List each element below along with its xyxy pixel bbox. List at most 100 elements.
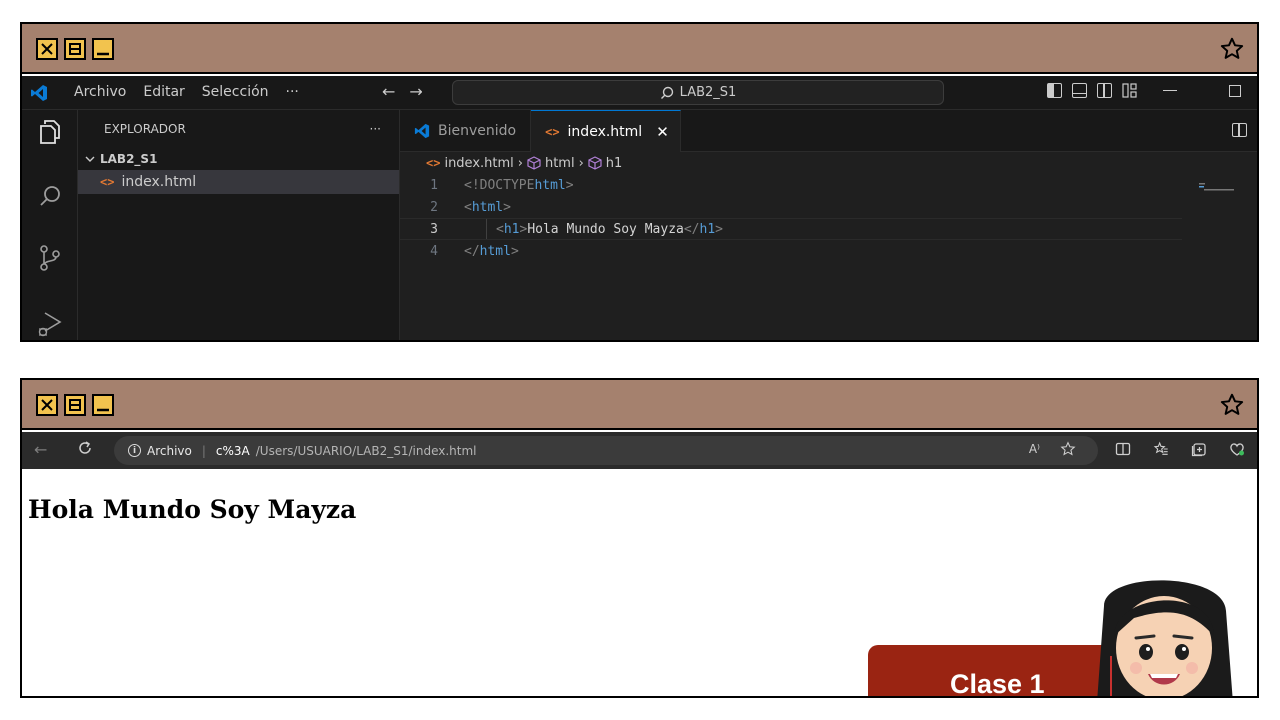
minimize-icon bbox=[97, 408, 109, 412]
text-content: Hola Mundo Soy Mayza bbox=[527, 221, 684, 237]
command-search[interactable]: LAB2_S1 bbox=[452, 80, 944, 105]
tag-name: html bbox=[534, 177, 566, 193]
window-maximize-icon[interactable] bbox=[1229, 84, 1241, 97]
source-control-activity[interactable] bbox=[36, 244, 64, 272]
menu-bar: Archivo Editar Selección ··· bbox=[72, 83, 301, 101]
retro-title-bar bbox=[22, 380, 1257, 430]
split-editor-icon[interactable] bbox=[1232, 123, 1247, 137]
address-divider: | bbox=[201, 443, 206, 458]
browser-toolbar: ← i Archivo | c%3A/Users/USUARIO/LAB2_S1… bbox=[22, 432, 1257, 469]
folder-row[interactable]: LAB2_S1 bbox=[78, 148, 399, 170]
clase-badge-label: Clase 1 bbox=[950, 668, 1045, 698]
code-line[interactable]: 2 < html > bbox=[400, 196, 1257, 218]
split-screen-icon[interactable] bbox=[1115, 441, 1131, 457]
teacher-avatar bbox=[1097, 580, 1233, 696]
customize-layout-icon[interactable] bbox=[1122, 83, 1137, 98]
menu-archivo[interactable]: Archivo bbox=[72, 83, 128, 101]
reload-icon[interactable] bbox=[77, 440, 93, 456]
star-icon[interactable] bbox=[1219, 392, 1245, 418]
vscode-title-bar: Archivo Editar Selección ··· ← → LAB2_S1 bbox=[22, 76, 1257, 110]
line-number: 4 bbox=[430, 243, 438, 259]
window-minimize-icon[interactable] bbox=[1163, 89, 1177, 92]
back-arrow-icon[interactable]: ← bbox=[34, 440, 47, 459]
tag-name: h1 bbox=[503, 221, 520, 237]
tag-open: </ bbox=[683, 221, 700, 237]
toggle-secondary-sidebar-icon[interactable] bbox=[1097, 83, 1112, 98]
tag-open: </ bbox=[464, 243, 480, 259]
vscode-logo-icon bbox=[31, 85, 47, 101]
line-number: 3 bbox=[430, 221, 438, 237]
close-button[interactable] bbox=[36, 394, 58, 416]
code-editor[interactable]: 1 <!DOCTYPE html >2 < html >3 < h1 > Hola Mundo S… bbox=[400, 174, 1257, 262]
explorer-activity[interactable] bbox=[36, 118, 64, 146]
tab-index-html[interactable]: <> index.html ✕ bbox=[531, 110, 682, 152]
explorer-header: EXPLORADOR ··· bbox=[78, 110, 399, 148]
favorite-star-icon[interactable] bbox=[1060, 441, 1076, 457]
collections-icon[interactable] bbox=[1191, 441, 1207, 457]
tab-bienvenido[interactable]: Bienvenido bbox=[400, 110, 532, 152]
folder-name: LAB2_S1 bbox=[100, 152, 158, 166]
toggle-sidebar-icon[interactable] bbox=[1047, 83, 1062, 98]
browser-tools bbox=[1115, 441, 1245, 457]
minimize-button[interactable] bbox=[92, 394, 114, 416]
html-file-icon: <> bbox=[426, 156, 441, 170]
info-icon[interactable]: i bbox=[128, 444, 141, 457]
url-path: /Users/USUARIO/LAB2_S1/index.html bbox=[255, 443, 477, 458]
address-bar[interactable]: i Archivo | c%3A/Users/USUARIO/LAB2_S1/i… bbox=[114, 436, 1098, 465]
code-line[interactable]: 3 < h1 > Hola Mundo Soy Mayza </h1 > bbox=[400, 218, 1182, 240]
page-heading: Hola Mundo Soy Mayza bbox=[28, 495, 357, 524]
explorer-more-button[interactable]: ··· bbox=[370, 122, 381, 136]
toggle-panel-icon[interactable] bbox=[1072, 83, 1087, 98]
menu-editar[interactable]: Editar bbox=[141, 83, 186, 101]
tag-name: h1 bbox=[699, 221, 716, 237]
editor-tabs: Bienvenido <> index.html ✕ bbox=[400, 110, 1257, 152]
explorer-sidebar: EXPLORADOR ··· LAB2_S1 <> index.html bbox=[78, 110, 400, 340]
code-line[interactable]: 1 <!DOCTYPE html > bbox=[400, 174, 1257, 196]
star-icon[interactable] bbox=[1219, 36, 1245, 62]
run-debug-icon bbox=[38, 312, 62, 337]
chevron-right-icon: › bbox=[578, 155, 584, 171]
tag-open: < bbox=[496, 221, 504, 237]
run-debug-activity[interactable] bbox=[36, 310, 64, 338]
html-file-icon: <> bbox=[100, 175, 115, 189]
search-icon bbox=[660, 86, 673, 99]
search-icon bbox=[40, 186, 60, 206]
search-activity[interactable] bbox=[36, 182, 64, 210]
breadcrumb-h1[interactable]: h1 bbox=[606, 156, 623, 171]
tag-close: > bbox=[565, 177, 574, 193]
back-arrow-icon[interactable]: ← bbox=[382, 82, 395, 101]
minimize-button[interactable] bbox=[92, 38, 114, 60]
breadcrumb-html[interactable]: html bbox=[545, 156, 575, 171]
menu-seleccion[interactable]: Selección bbox=[200, 83, 271, 101]
favorites-icon[interactable] bbox=[1153, 441, 1169, 457]
chevron-down-icon bbox=[85, 156, 95, 162]
breadcrumb-file[interactable]: index.html bbox=[444, 156, 513, 171]
file-row-index[interactable]: <> index.html bbox=[78, 170, 399, 194]
url-host: c%3A bbox=[215, 443, 250, 458]
tab-label: index.html bbox=[567, 123, 643, 140]
maximize-button[interactable] bbox=[64, 38, 86, 60]
site-info-label[interactable]: Archivo bbox=[147, 444, 192, 458]
browser-essentials-icon[interactable] bbox=[1229, 441, 1245, 457]
files-icon bbox=[40, 120, 60, 144]
code-line[interactable]: 4 </html > bbox=[400, 240, 1257, 262]
forward-arrow-icon[interactable]: → bbox=[409, 82, 422, 101]
close-button[interactable] bbox=[36, 38, 58, 60]
file-name: index.html bbox=[121, 174, 197, 190]
maximize-button[interactable] bbox=[64, 394, 86, 416]
breadcrumb: <> index.html › html › h1 bbox=[400, 152, 1257, 174]
retro-title-bar bbox=[22, 24, 1257, 74]
browser-window: ← i Archivo | c%3A/Users/USUARIO/LAB2_S1… bbox=[20, 378, 1259, 698]
menu-more[interactable]: ··· bbox=[284, 83, 301, 101]
tab-close-icon[interactable]: ✕ bbox=[656, 123, 669, 141]
maximize-icon bbox=[69, 399, 81, 411]
chevron-right-icon: › bbox=[517, 155, 523, 171]
tag-open: <!DOCTYPE bbox=[464, 177, 535, 193]
close-icon bbox=[41, 399, 53, 411]
tag-close: > bbox=[519, 221, 528, 237]
read-aloud-icon[interactable]: A⁾ bbox=[1029, 442, 1040, 456]
tag-close: > bbox=[510, 243, 519, 259]
maximize-icon bbox=[69, 43, 81, 55]
line-number: 1 bbox=[430, 177, 438, 193]
minimap[interactable] bbox=[1199, 182, 1247, 192]
